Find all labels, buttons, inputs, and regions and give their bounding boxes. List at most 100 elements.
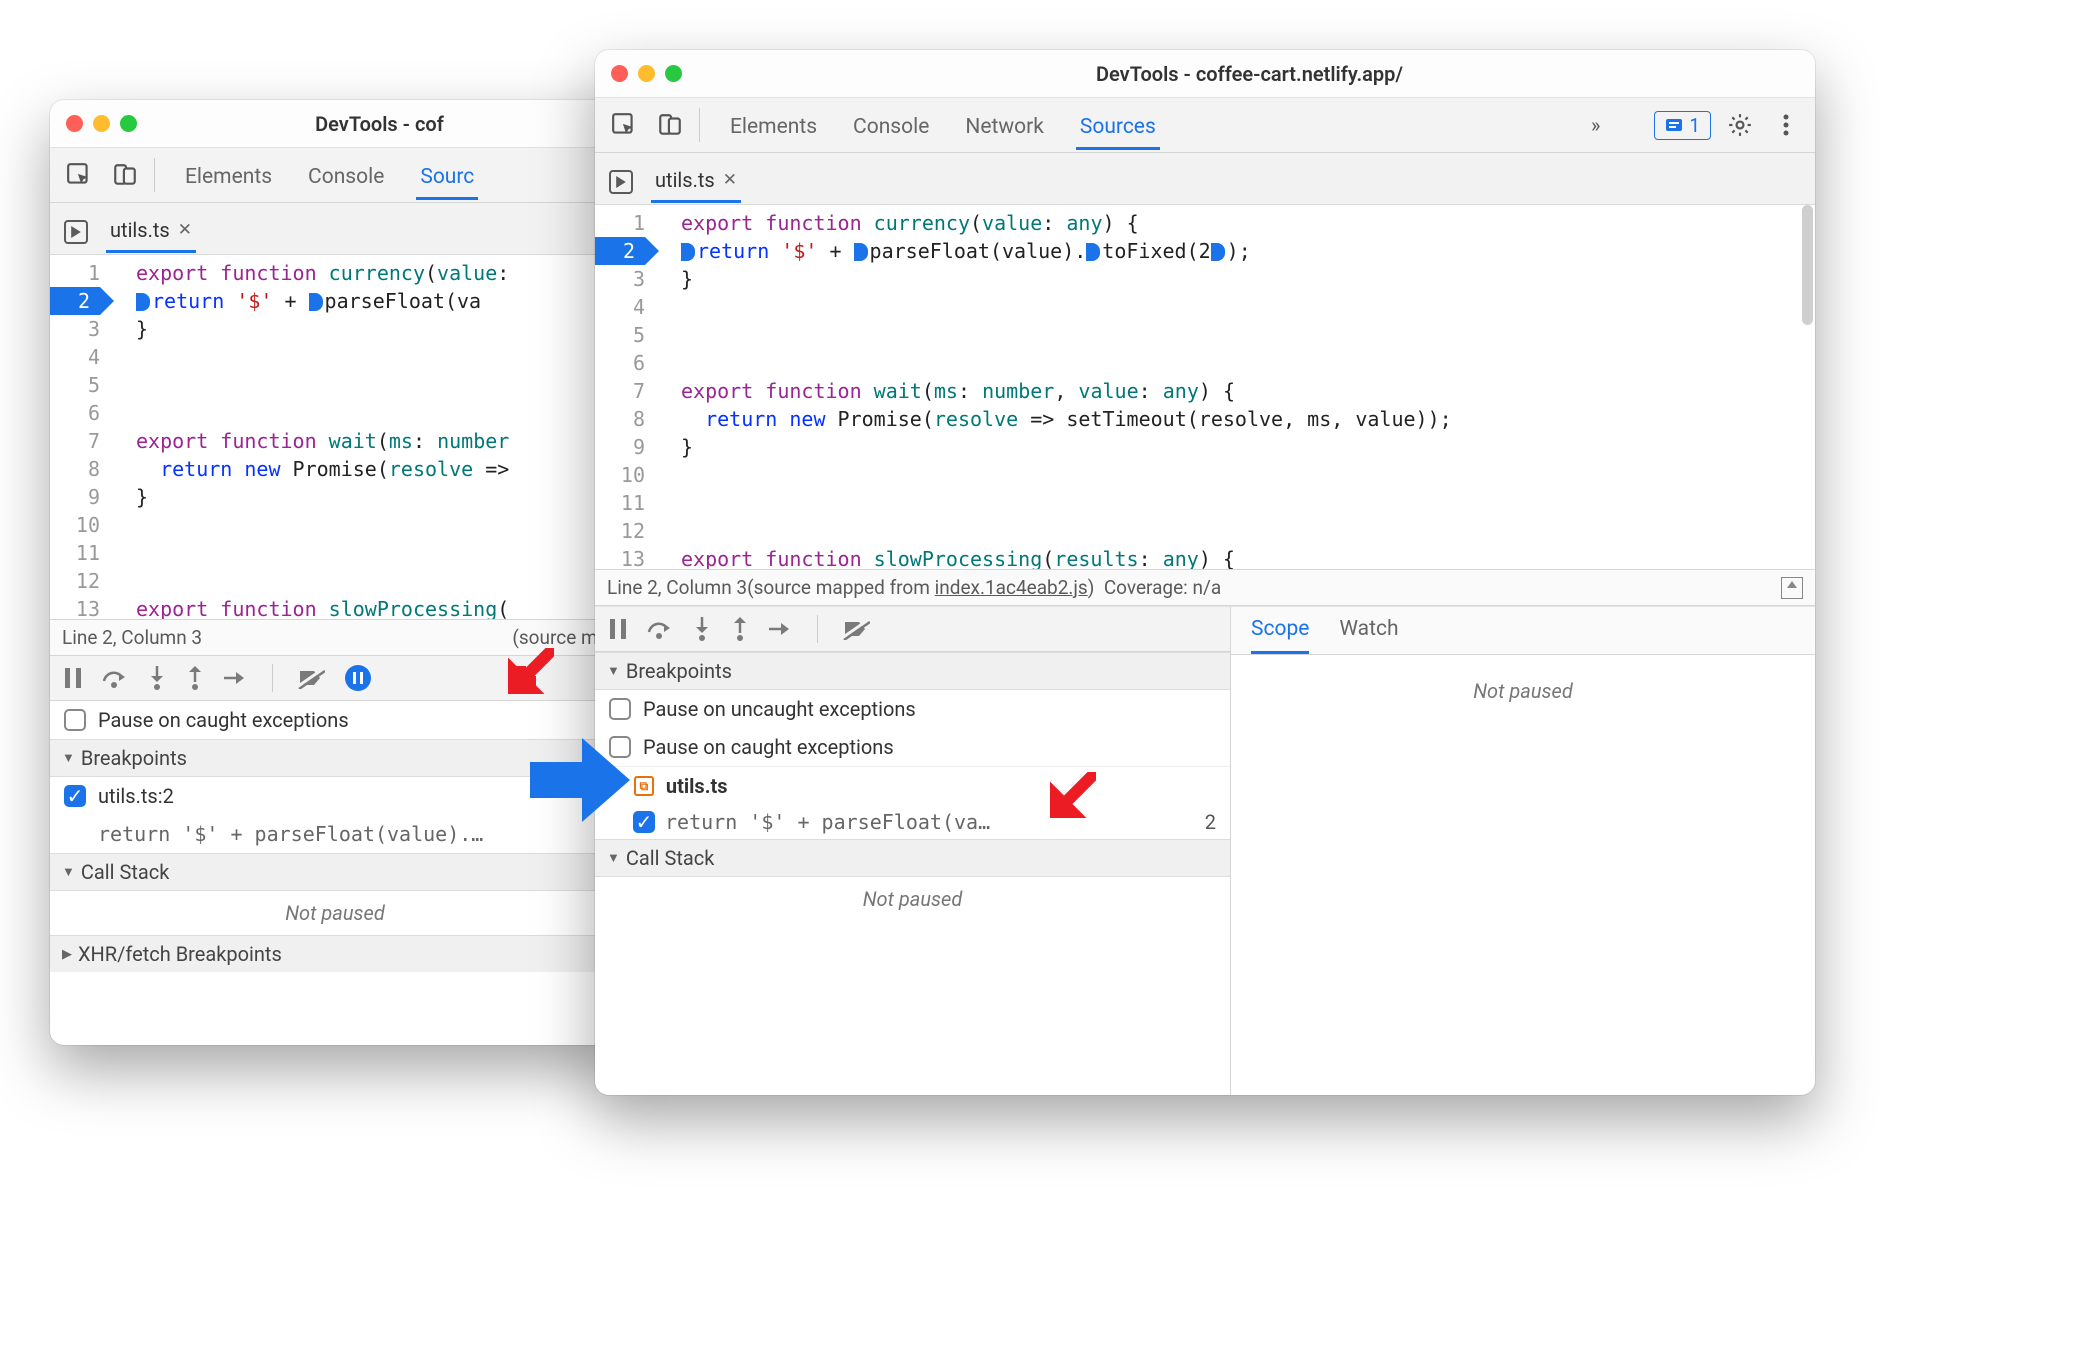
breakpoint-code: return '$' + parseFloat(value).… — [98, 822, 483, 846]
checkbox-checked-icon[interactable]: ✓ — [64, 785, 86, 807]
tab-elements[interactable]: Elements — [726, 101, 821, 149]
source-file-link[interactable]: index.1ac4eab2.js — [935, 576, 1088, 599]
pause-caught-label: Pause on caught exceptions — [643, 735, 894, 759]
tab-console[interactable]: Console — [304, 151, 388, 199]
code-content[interactable]: export function currency(value:return '$… — [110, 255, 509, 619]
file-tab-utils[interactable]: utils.ts ✕ — [651, 160, 741, 203]
debugger-toolbar — [595, 607, 1230, 652]
pause-icon[interactable] — [609, 618, 627, 640]
breakpoint-marker-icon[interactable] — [1211, 243, 1225, 261]
section-call-stack[interactable]: ▼ Call Stack — [595, 839, 1230, 877]
annotation-red-arrow-icon — [1050, 772, 1096, 818]
window-title: DevTools - cof — [155, 112, 604, 136]
checkbox-unchecked-icon[interactable] — [609, 698, 631, 720]
step-out-icon[interactable] — [186, 666, 204, 690]
breakpoint-marker-icon[interactable] — [854, 243, 868, 261]
section-breakpoints[interactable]: ▼ Breakpoints — [595, 652, 1230, 690]
close-icon[interactable]: ✕ — [178, 220, 192, 240]
zoom-icon[interactable] — [665, 65, 682, 82]
sourcemap-note: (source mapped from index.1ac4eab2.js) C… — [747, 576, 1221, 599]
chevron-down-icon: ▼ — [62, 750, 75, 766]
tab-sources[interactable]: Sourc — [416, 151, 478, 199]
navigator-toggle-icon[interactable] — [64, 220, 88, 244]
pause-on-caught-checkbox[interactable]: Pause on caught exceptions — [50, 701, 620, 739]
titlebar[interactable]: DevTools - cof — [50, 100, 620, 148]
zoom-icon[interactable] — [120, 115, 137, 132]
kebab-menu-icon[interactable] — [1769, 108, 1803, 142]
cursor-position: Line 2, Column 3 — [62, 626, 202, 649]
sourcemap-note: (source ma — [512, 626, 608, 649]
more-tabs-icon[interactable]: » — [1591, 113, 1600, 137]
titlebar[interactable]: DevTools - coffee-cart.netlify.app/ — [595, 50, 1815, 98]
not-paused-label: Not paused — [50, 891, 620, 935]
expand-icon[interactable] — [1781, 577, 1803, 599]
tab-elements[interactable]: Elements — [181, 151, 276, 199]
close-icon[interactable] — [611, 65, 628, 82]
breakpoint-title: utils.ts:2 — [98, 784, 174, 808]
traffic-lights — [611, 65, 682, 82]
breakpoint-file-row[interactable]: ▼ ⧉ utils.ts — [595, 766, 1230, 805]
code-content[interactable]: export function currency(value: any) {re… — [655, 205, 1452, 569]
chevron-right-icon: ▶ — [62, 947, 72, 962]
tab-sources[interactable]: Sources — [1076, 101, 1160, 149]
tab-watch[interactable]: Watch — [1339, 617, 1398, 654]
debugger-sidebar: ▼ Breakpoints Pause on uncaught exceptio… — [595, 607, 1230, 1095]
step-over-icon[interactable] — [102, 667, 128, 689]
breakpoint-marker-icon[interactable] — [681, 243, 695, 261]
step-into-icon[interactable] — [148, 666, 166, 690]
section-xhr-breakpoints[interactable]: ▶ XHR/fetch Breakpoints — [50, 935, 620, 972]
checkbox-checked-icon[interactable]: ✓ — [633, 811, 655, 833]
close-icon[interactable]: ✕ — [723, 170, 737, 190]
step-icon[interactable] — [224, 669, 248, 687]
chevron-down-icon: ▼ — [607, 663, 620, 679]
pause-on-uncaught-checkbox[interactable]: Pause on uncaught exceptions — [595, 690, 1230, 728]
chevron-down-icon: ▼ — [607, 850, 620, 866]
annotation-blue-arrow-icon — [530, 738, 630, 822]
inspect-icon[interactable] — [607, 108, 641, 142]
pause-on-caught-checkbox[interactable]: Pause on caught exceptions — [595, 728, 1230, 766]
breakpoint-line-number: 2 — [1205, 810, 1216, 834]
step-into-icon[interactable] — [693, 617, 711, 641]
tab-console[interactable]: Console — [849, 101, 933, 149]
breakpoint-marker-icon[interactable] — [309, 293, 323, 311]
traffic-lights — [66, 115, 137, 132]
device-toggle-icon[interactable] — [108, 158, 142, 192]
device-toggle-icon[interactable] — [653, 108, 687, 142]
window-title: DevTools - coffee-cart.netlify.app/ — [700, 62, 1799, 86]
close-icon[interactable] — [66, 115, 83, 132]
breakpoint-marker-icon[interactable] — [136, 293, 150, 311]
minimize-icon[interactable] — [638, 65, 655, 82]
checkbox-unchecked-icon[interactable] — [64, 709, 86, 731]
step-over-icon[interactable] — [647, 618, 673, 640]
gear-icon[interactable] — [1723, 108, 1757, 142]
main-toolbar: Elements Console Sourc — [50, 148, 620, 203]
step-icon[interactable] — [769, 620, 793, 638]
minimize-icon[interactable] — [93, 115, 110, 132]
file-tab-utils[interactable]: utils.ts ✕ — [106, 210, 196, 253]
tab-scope[interactable]: Scope — [1251, 617, 1309, 654]
pause-icon[interactable] — [64, 667, 82, 689]
step-out-icon[interactable] — [731, 617, 749, 641]
coverage-label: Coverage: n/a — [1104, 576, 1221, 599]
not-paused-label: Not paused — [595, 877, 1230, 921]
not-paused-label: Not paused — [1231, 669, 1815, 713]
deactivate-breakpoints-icon[interactable] — [842, 618, 870, 640]
cursor-position: Line 2, Column 3 — [607, 576, 747, 599]
inspect-icon[interactable] — [62, 158, 96, 192]
file-tab-label: utils.ts — [655, 168, 715, 192]
issues-badge[interactable]: 1 — [1654, 111, 1711, 140]
panel-tabs: Elements Console Network Sources — [726, 101, 1579, 149]
deactivate-breakpoints-icon[interactable] — [297, 667, 325, 689]
breakpoint-marker-icon[interactable] — [1086, 243, 1100, 261]
tab-network[interactable]: Network — [961, 101, 1048, 149]
breakpoint-item[interactable]: ✓ return '$' + parseFloat(va… 2 — [595, 805, 1230, 839]
scrollbar-thumb[interactable] — [1802, 205, 1813, 325]
file-tab-bar: utils.ts ✕ — [50, 203, 620, 255]
navigator-toggle-icon[interactable] — [609, 170, 633, 194]
breakpoint-code: return '$' + parseFloat(va… — [665, 810, 990, 834]
section-call-stack[interactable]: ▼ Call Stack — [50, 853, 620, 891]
issues-count: 1 — [1689, 114, 1700, 137]
file-tab-label: utils.ts — [110, 218, 170, 242]
pause-on-exceptions-icon[interactable] — [345, 665, 371, 691]
chevron-down-icon: ▼ — [62, 864, 75, 880]
